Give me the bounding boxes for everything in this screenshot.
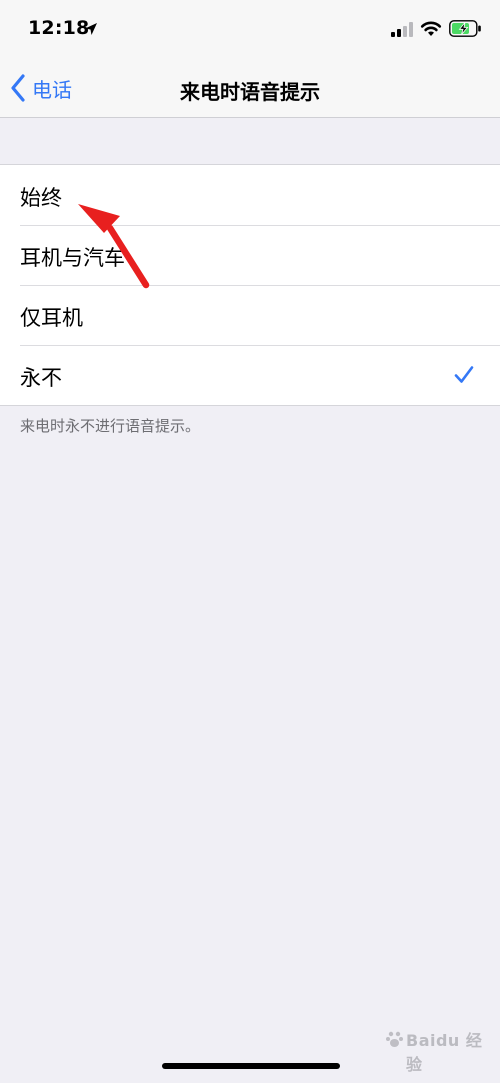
location-arrow-icon [85, 23, 97, 35]
watermark: Baidu 经验 [386, 1024, 494, 1074]
page-title: 来电时语音提示 [180, 80, 320, 104]
watermark-text: Baidu 经验 [406, 1031, 483, 1074]
paw-watermark-icon [386, 1031, 403, 1047]
wifi-icon [420, 21, 442, 36]
cellular-signal-icon [391, 22, 413, 37]
battery-charging-icon [449, 20, 481, 37]
option-label: 仅耳机 [20, 306, 83, 330]
home-indicator [162, 1063, 340, 1069]
option-never[interactable]: 永不 [0, 345, 500, 405]
footer-note: 来电时永不进行语音提示。 [20, 417, 201, 435]
navigation-bar: 电话 来电时语音提示 [0, 60, 500, 118]
status-bar: 12:18 [0, 0, 500, 60]
option-label: 永不 [20, 366, 62, 390]
option-label: 始终 [20, 186, 62, 210]
annotation-arrow-icon [78, 204, 150, 289]
checkmark-icon [454, 366, 474, 383]
status-time: 12:18 [28, 17, 90, 39]
